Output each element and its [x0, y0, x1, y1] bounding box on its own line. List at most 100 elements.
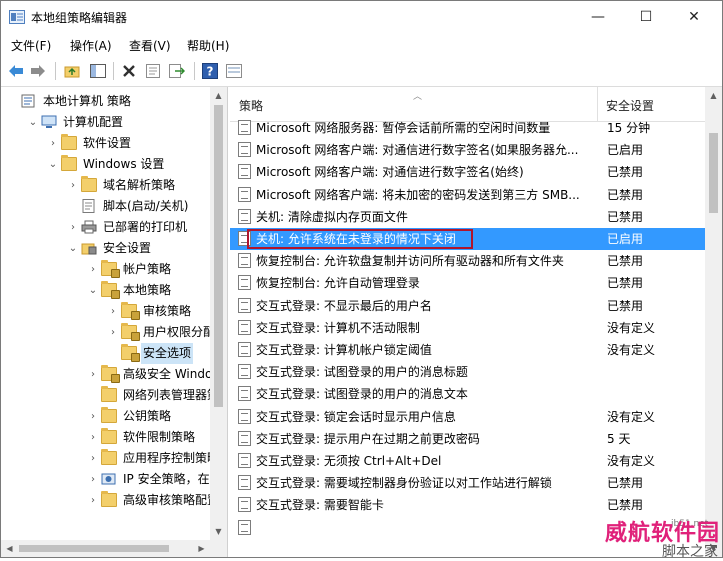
tree-item-label: Windows 设置: [83, 157, 165, 171]
expand-arrow-closed-icon[interactable]: ›: [87, 259, 99, 280]
tree-item[interactable]: › 域名解析策略: [1, 175, 210, 196]
policy-setting-value: 没有定义: [607, 454, 656, 468]
expand-arrow-closed-icon[interactable]: ›: [87, 364, 99, 385]
scroll-up-arrow-icon[interactable]: ▲: [705, 87, 722, 104]
column-header-policy[interactable]: 策略: [239, 97, 263, 114]
tree-item[interactable]: ⌄ Windows 设置: [1, 154, 210, 175]
policy-row[interactable]: 交互式登录: 计算机帐户锁定阈值 没有定义: [230, 339, 705, 361]
tree-item[interactable]: › 帐户策略: [1, 259, 210, 280]
secure-folder-icon: [121, 302, 140, 320]
policy-row[interactable]: 交互式登录: 提示用户在过期之前更改密码 5 天: [230, 428, 705, 450]
expand-arrow-open-icon[interactable]: ⌄: [87, 280, 99, 301]
column-divider[interactable]: [597, 87, 598, 121]
tree-horizontal-scrollbar[interactable]: ◀ ▶: [1, 540, 210, 557]
tree-item[interactable]: › 软件设置: [1, 133, 210, 154]
expand-arrow-closed-icon[interactable]: ›: [87, 469, 99, 490]
up-folder-icon[interactable]: [63, 62, 81, 80]
tree-item-label: 网络列表管理器策: [123, 388, 220, 402]
tree-item[interactable]: › 公钥策略: [1, 406, 210, 427]
policy-setting-value: 已启用: [607, 232, 644, 246]
policy-row[interactable]: 交互式登录: 试图登录的用户的消息文本: [230, 383, 705, 405]
tree-hscroll-thumb[interactable]: [19, 545, 169, 552]
back-icon[interactable]: [7, 62, 25, 80]
column-header-setting[interactable]: 安全设置: [606, 97, 654, 114]
expand-arrow-open-icon[interactable]: ⌄: [67, 238, 79, 259]
menu-file[interactable]: 文件(F): [11, 37, 51, 54]
policy-row[interactable]: 交互式登录: 不显示最后的用户名 已禁用: [230, 295, 705, 317]
lock-icon: [131, 353, 140, 362]
expand-arrow-open-icon[interactable]: ⌄: [27, 112, 39, 133]
forward-icon[interactable]: [29, 62, 47, 80]
toolbar-separator: [55, 62, 56, 80]
policy-row[interactable]: Microsoft 网络服务器: 暂停会话前所需的空闲时间数量 15 分钟: [230, 117, 705, 139]
tree-item[interactable]: › 已部署的打印机: [1, 217, 210, 238]
show-tree-icon[interactable]: [89, 62, 107, 80]
policy-row[interactable]: 恢复控制台: 允许软盘复制并访问所有驱动器和所有文件夹 已禁用: [230, 250, 705, 272]
policy-name: 交互式登录: 计算机不活动限制: [256, 321, 420, 335]
policy-row[interactable]: 恢复控制台: 允许自动管理登录 已禁用: [230, 272, 705, 294]
tree-item[interactable]: › 高级审核策略配置: [1, 490, 219, 511]
policy-row[interactable]: Microsoft 网络客户端: 对通信进行数字签名(如果服务器允... 已启用: [230, 139, 705, 161]
tree-item[interactable]: ⌄ 计算机配置: [1, 112, 210, 133]
title-bar: 本地组策略编辑器 — ☐ ✕: [1, 1, 722, 34]
expand-arrow-closed-icon[interactable]: ›: [67, 175, 79, 196]
list-scroll-thumb[interactable]: [709, 133, 718, 213]
policy-row[interactable]: 交互式登录: 锁定会话时显示用户信息 没有定义: [230, 406, 705, 428]
filter-icon[interactable]: [225, 62, 243, 80]
scroll-left-arrow-icon[interactable]: ◀: [1, 540, 18, 557]
scroll-down-arrow-icon[interactable]: ▼: [210, 523, 227, 540]
tree-item[interactable]: › 软件限制策略: [1, 427, 210, 448]
tree-item[interactable]: ⌄ 本地策略: [1, 280, 210, 301]
tree-scroll-thumb[interactable]: [214, 105, 223, 407]
list-vertical-scrollbar[interactable]: ▲ ▼: [705, 87, 722, 557]
tree-item[interactable]: 网络列表管理器策: [1, 385, 219, 406]
expand-arrow-closed-icon[interactable]: ›: [107, 322, 119, 343]
delete-icon[interactable]: [120, 62, 138, 80]
tree-item[interactable]: 脚本(启动/关机): [1, 196, 210, 217]
tree-item[interactable]: › 应用程序控制策略: [1, 448, 219, 469]
export-icon[interactable]: [168, 62, 186, 80]
secure-folder-icon: [121, 344, 140, 362]
expand-arrow-closed-icon[interactable]: ›: [87, 448, 99, 469]
maximize-button[interactable]: ☐: [627, 1, 665, 33]
policy-row[interactable]: 交互式登录: 需要域控制器身份验证以对工作站进行解锁 已禁用: [230, 472, 705, 494]
policy-setting-value: 5 天: [607, 432, 631, 446]
close-button[interactable]: ✕: [675, 1, 713, 33]
minimize-button[interactable]: —: [579, 1, 617, 33]
folder-icon: [61, 155, 77, 171]
expand-arrow-closed-icon[interactable]: ›: [107, 301, 119, 322]
expand-arrow-open-icon[interactable]: ⌄: [47, 154, 59, 175]
tree-item[interactable]: ⌄ 安全设置: [1, 238, 210, 259]
tree-item[interactable]: 安全选项: [1, 343, 210, 364]
policy-name: 交互式登录: 需要智能卡: [256, 498, 384, 512]
help-icon[interactable]: ?: [201, 62, 219, 80]
policy-row[interactable]: 关机: 允许系统在未登录的情况下关闭 已启用: [230, 228, 705, 250]
expand-arrow-closed-icon[interactable]: ›: [87, 490, 99, 511]
policy-row[interactable]: 交互式登录: 计算机不活动限制 没有定义: [230, 317, 705, 339]
policy-row[interactable]: 关机: 清除虚拟内存页面文件 已禁用: [230, 206, 705, 228]
scroll-right-arrow-icon[interactable]: ▶: [193, 540, 210, 557]
policy-name: 恢复控制台: 允许自动管理登录: [256, 276, 420, 290]
tree-item[interactable]: › IP 安全策略，在 :: [1, 469, 217, 490]
policy-row[interactable]: Microsoft 网络客户端: 将未加密的密码发送到第三方 SMB... 已禁用: [230, 184, 705, 206]
menu-action[interactable]: 操作(A): [70, 37, 112, 54]
policy-row[interactable]: 交互式登录: 试图登录的用户的消息标题: [230, 361, 705, 383]
tree-item[interactable]: › 审核策略: [1, 301, 210, 322]
tree-item[interactable]: › 高级安全 Window: [1, 364, 222, 385]
policy-row[interactable]: Microsoft 网络客户端: 对通信进行数字签名(始终) 已禁用: [230, 161, 705, 183]
scroll-up-arrow-icon[interactable]: ▲: [210, 87, 227, 104]
menu-view[interactable]: 查看(V): [129, 37, 171, 54]
tree-vertical-scrollbar[interactable]: ▲ ▼: [210, 87, 227, 557]
expand-arrow-closed-icon[interactable]: ›: [47, 133, 59, 154]
expand-arrow-closed-icon[interactable]: ›: [87, 406, 99, 427]
policy-name: Microsoft 网络客户端: 将未加密的密码发送到第三方 SMB...: [256, 188, 580, 202]
properties-icon[interactable]: [144, 62, 162, 80]
expand-arrow-closed-icon[interactable]: ›: [67, 217, 79, 238]
tree-item[interactable]: 本地计算机 策略: [1, 91, 210, 112]
menu-help[interactable]: 帮助(H): [187, 37, 229, 54]
lock-icon: [131, 332, 140, 341]
policy-row[interactable]: 交互式登录: 无须按 Ctrl+Alt+Del 没有定义: [230, 450, 705, 472]
expand-arrow-closed-icon[interactable]: ›: [87, 427, 99, 448]
toolbar-separator: [113, 62, 114, 80]
tree-item[interactable]: › 用户权限分配: [1, 322, 215, 343]
